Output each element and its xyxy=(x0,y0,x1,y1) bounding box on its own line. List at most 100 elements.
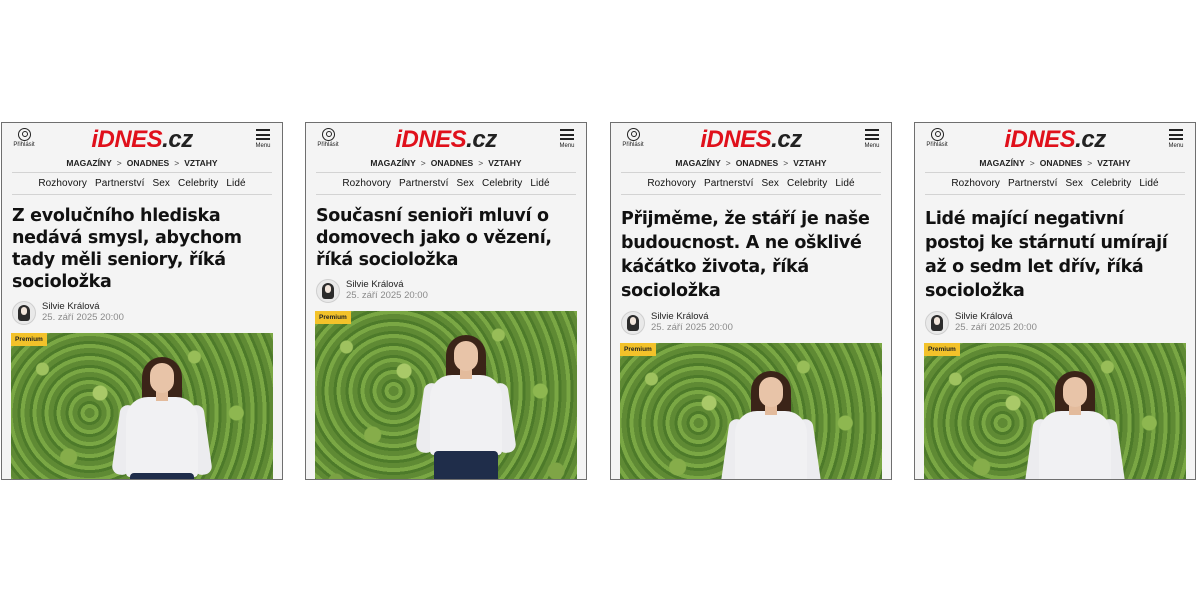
nav-link-celebrity[interactable]: Celebrity xyxy=(178,178,218,189)
site-logo[interactable]: iDNES.cz xyxy=(2,126,282,154)
publish-date: 25. září 2025 20:00 xyxy=(346,290,428,301)
nav-link-rozhovory[interactable]: Rozhovory xyxy=(342,178,391,189)
author-name[interactable]: Silvie Králová xyxy=(42,301,100,312)
nav-link-sex[interactable]: Sex xyxy=(761,178,779,189)
site-logo[interactable]: iDNES.cz xyxy=(915,126,1195,154)
breadcrumb: MAGAZÍNY > ONADNES > VZTAHY xyxy=(2,157,282,172)
menu-button[interactable]: Menu xyxy=(863,129,881,149)
logo-domain: .cz xyxy=(466,126,497,153)
nav-link-lide[interactable]: Lidé xyxy=(530,178,549,189)
section-nav: Rozhovory Partnerství Sex Celebrity Lidé xyxy=(2,173,282,194)
breadcrumb-item[interactable]: ONADNES xyxy=(1040,158,1083,168)
breadcrumb: MAGAZÍNY > ONADNES > VZTAHY xyxy=(306,157,586,172)
nav-link-sex[interactable]: Sex xyxy=(456,178,474,189)
logo-domain: .cz xyxy=(771,126,802,153)
article-headline: Z evolučního hlediska nedává smysl, abyc… xyxy=(12,206,242,292)
premium-badge: Premium xyxy=(11,333,47,346)
author-byline: Silvie Králová 25. září 2025 20:00 xyxy=(925,310,1185,338)
hamburger-icon xyxy=(560,129,574,140)
breadcrumb-separator: > xyxy=(783,158,789,168)
breadcrumb-separator: > xyxy=(478,158,484,168)
author-name[interactable]: Silvie Králová xyxy=(346,279,404,290)
site-header: Přihlásit iDNES.cz Menu xyxy=(306,123,586,157)
section-nav: Rozhovory Partnerství Sex Celebrity Lidé xyxy=(915,173,1195,194)
menu-button[interactable]: Menu xyxy=(254,129,272,149)
author-byline: Silvie Králová 25. září 2025 20:00 xyxy=(316,278,576,306)
hamburger-icon xyxy=(1169,129,1183,140)
author-name[interactable]: Silvie Králová xyxy=(955,311,1013,322)
breadcrumb-separator: > xyxy=(174,158,180,168)
breadcrumb-separator: > xyxy=(420,158,426,168)
logo-text: iDNES xyxy=(91,126,163,153)
nav-link-partnerstvi[interactable]: Partnerství xyxy=(1008,178,1057,189)
site-header: Přihlásit iDNES.cz Menu xyxy=(915,123,1195,157)
hamburger-icon xyxy=(256,129,270,140)
nav-link-lide[interactable]: Lidé xyxy=(1139,178,1158,189)
breadcrumb-item[interactable]: ONADNES xyxy=(431,158,474,168)
breadcrumb-item[interactable]: VZTAHY xyxy=(488,158,521,168)
article-headline: Přijměme, že stáří je naše budoucnost. A… xyxy=(621,209,870,301)
portrait-subject xyxy=(720,369,822,479)
breadcrumb-item[interactable]: ONADNES xyxy=(127,158,170,168)
avatar[interactable] xyxy=(621,311,645,335)
avatar[interactable] xyxy=(12,301,36,325)
nav-link-sex[interactable]: Sex xyxy=(1065,178,1083,189)
section-nav: Rozhovory Partnerství Sex Celebrity Lidé xyxy=(306,173,586,194)
logo-domain: .cz xyxy=(1075,126,1106,153)
author-name[interactable]: Silvie Králová xyxy=(651,311,709,322)
article-photo: Premium i xyxy=(315,311,577,479)
breadcrumb-item[interactable]: MAGAZÍNY xyxy=(979,158,1024,168)
breadcrumb-item[interactable]: MAGAZÍNY xyxy=(675,158,720,168)
portrait-subject xyxy=(111,355,213,479)
menu-label: Menu xyxy=(864,142,880,149)
nav-link-lide[interactable]: Lidé xyxy=(835,178,854,189)
nav-link-rozhovory[interactable]: Rozhovory xyxy=(647,178,696,189)
breadcrumb-separator: > xyxy=(116,158,122,168)
variant-comparison: Přihlásit iDNES.cz Menu MAGAZÍNY > ONADNES… xyxy=(0,0,1196,598)
breadcrumb-item[interactable]: ONADNES xyxy=(736,158,779,168)
menu-label: Menu xyxy=(559,142,575,149)
logo-text: iDNES xyxy=(395,126,467,153)
portrait-subject xyxy=(1024,369,1126,479)
nav-link-rozhovory[interactable]: Rozhovory xyxy=(951,178,1000,189)
nav-link-partnerstvi[interactable]: Partnerství xyxy=(704,178,753,189)
menu-label: Menu xyxy=(255,142,271,149)
hamburger-icon xyxy=(865,129,879,140)
divider xyxy=(925,194,1185,195)
nav-link-celebrity[interactable]: Celebrity xyxy=(1091,178,1131,189)
article-photo: Premium i xyxy=(11,333,273,479)
article-headline: Lidé mající negativní postoj ke stárnutí… xyxy=(925,209,1168,301)
site-header: Přihlásit iDNES.cz Menu xyxy=(2,123,282,157)
article-photo: Premium xyxy=(620,343,882,479)
article-preview-1: Přihlásit iDNES.cz Menu MAGAZÍNY > ONADNES… xyxy=(1,122,283,480)
breadcrumb-item[interactable]: MAGAZÍNY xyxy=(66,158,111,168)
nav-link-partnerstvi[interactable]: Partnerství xyxy=(95,178,144,189)
breadcrumb: MAGAZÍNY > ONADNES > VZTAHY xyxy=(611,157,891,172)
breadcrumb-item[interactable]: VZTAHY xyxy=(793,158,826,168)
avatar[interactable] xyxy=(316,279,340,303)
logo-text: iDNES xyxy=(1004,126,1076,153)
menu-label: Menu xyxy=(1168,142,1184,149)
nav-link-partnerstvi[interactable]: Partnerství xyxy=(399,178,448,189)
nav-link-rozhovory[interactable]: Rozhovory xyxy=(38,178,87,189)
breadcrumb-item[interactable]: VZTAHY xyxy=(184,158,217,168)
menu-button[interactable]: Menu xyxy=(1167,129,1185,149)
nav-link-sex[interactable]: Sex xyxy=(152,178,170,189)
breadcrumb-separator: > xyxy=(1029,158,1035,168)
premium-badge: Premium xyxy=(620,343,656,356)
breadcrumb-separator: > xyxy=(725,158,731,168)
nav-link-celebrity[interactable]: Celebrity xyxy=(787,178,827,189)
publish-date: 25. září 2025 20:00 xyxy=(955,322,1037,333)
article-preview-4: Přihlásit iDNES.cz Menu MAGAZÍNY > ONADNES… xyxy=(914,122,1196,480)
nav-link-lide[interactable]: Lidé xyxy=(226,178,245,189)
avatar[interactable] xyxy=(925,311,949,335)
premium-badge: Premium xyxy=(315,311,351,324)
breadcrumb-item[interactable]: MAGAZÍNY xyxy=(370,158,415,168)
site-logo[interactable]: iDNES.cz xyxy=(611,126,891,154)
nav-link-celebrity[interactable]: Celebrity xyxy=(482,178,522,189)
site-logo[interactable]: iDNES.cz xyxy=(306,126,586,154)
menu-button[interactable]: Menu xyxy=(558,129,576,149)
premium-badge: Premium xyxy=(924,343,960,356)
logo-text: iDNES xyxy=(700,126,772,153)
breadcrumb-item[interactable]: VZTAHY xyxy=(1097,158,1130,168)
